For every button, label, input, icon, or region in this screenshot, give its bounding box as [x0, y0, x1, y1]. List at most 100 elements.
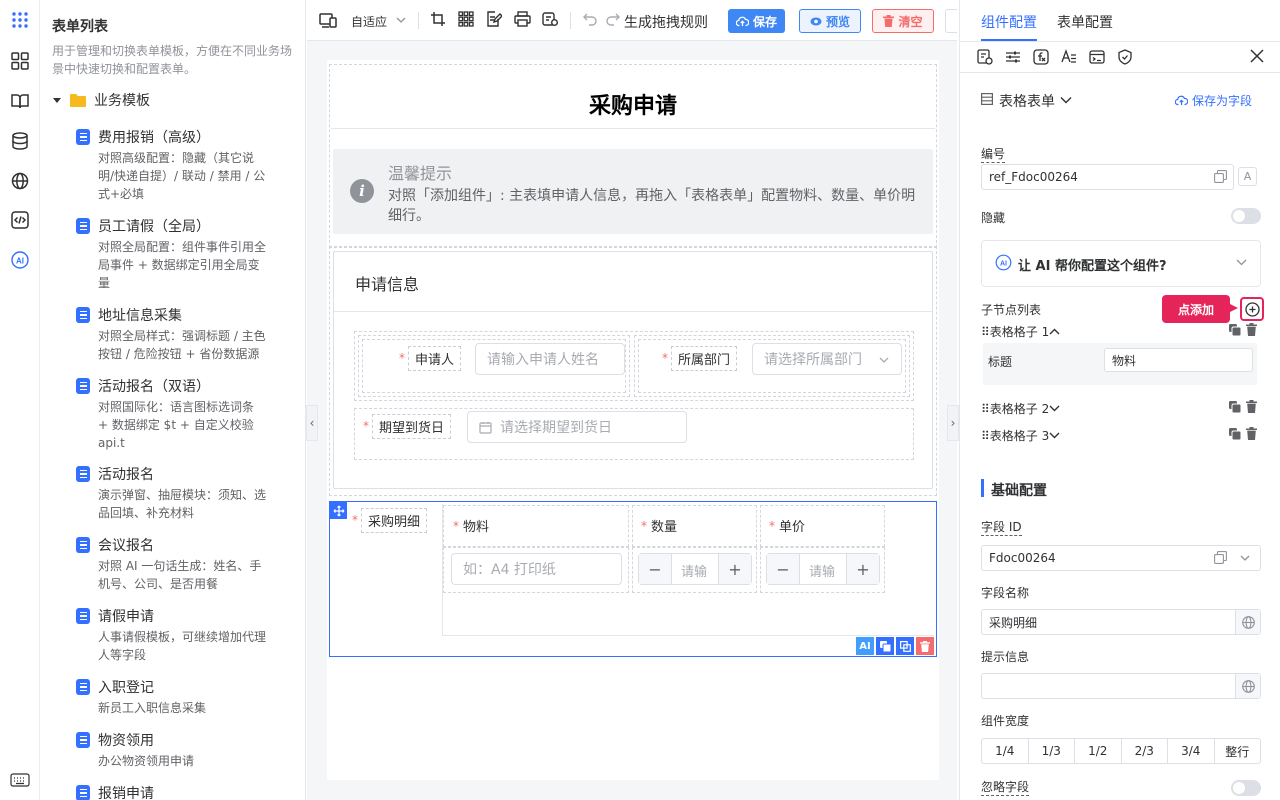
form-settings-icon[interactable]: [977, 49, 993, 65]
width-option[interactable]: 2/3: [1122, 739, 1168, 763]
chevron-down-icon[interactable]: [396, 16, 406, 24]
tab-form-config[interactable]: 表单配置: [1057, 12, 1113, 32]
width-option[interactable]: 整行: [1215, 739, 1261, 763]
drag-handle-icon[interactable]: ⠿: [981, 325, 990, 339]
chevron-down-icon[interactable]: [1049, 405, 1060, 412]
edit-doc-icon[interactable]: [486, 11, 504, 29]
ai-action-button[interactable]: AI: [856, 637, 874, 655]
collapse-right-handle[interactable]: ›: [947, 405, 959, 441]
overflow-button[interactable]: [945, 9, 957, 33]
chevron-down-icon[interactable]: [1049, 432, 1060, 439]
decrement-button[interactable]: −: [639, 554, 672, 584]
add-child-button[interactable]: [1240, 297, 1264, 321]
width-option[interactable]: 1/3: [1029, 739, 1075, 763]
edit-icon[interactable]: [305, 608, 306, 624]
code-window-icon[interactable]: [1089, 49, 1105, 65]
copy-icon[interactable]: [1214, 170, 1227, 183]
ai-generate-icon[interactable]: [542, 11, 560, 29]
drag-handle-icon[interactable]: ⠿: [981, 402, 990, 416]
child-item-3[interactable]: ⠿ 表格格子 3: [981, 427, 1060, 444]
text-style-icon[interactable]: [1061, 49, 1077, 65]
sliders-icon[interactable]: [1005, 49, 1021, 65]
save-button[interactable]: 保存: [728, 9, 785, 33]
drag-handle-icon[interactable]: ⠿: [981, 429, 990, 443]
clear-button[interactable]: 清空: [872, 9, 934, 33]
collapse-left-handle[interactable]: ‹: [306, 405, 318, 441]
hidden-toggle[interactable]: [1231, 208, 1261, 224]
device-icon[interactable]: [319, 11, 337, 29]
child-item-2[interactable]: ⠿ 表格格子 2: [981, 400, 1060, 417]
copy-icon[interactable]: [1214, 551, 1227, 564]
edit-icon[interactable]: [305, 785, 306, 800]
generate-drag-rules-button[interactable]: 生成拖拽规则: [624, 12, 708, 32]
book-icon[interactable]: [9, 90, 31, 112]
quantity-input[interactable]: 请输: [681, 561, 707, 580]
field-name-input[interactable]: 采购明细: [981, 609, 1261, 635]
chevron-up-icon[interactable]: [1049, 328, 1060, 335]
undo-icon[interactable]: [582, 11, 600, 29]
price-input[interactable]: 请输: [809, 561, 835, 580]
applicant-input[interactable]: 请输入申请人姓名: [475, 343, 625, 375]
form-title[interactable]: 采购申请: [329, 88, 937, 120]
components-icon[interactable]: [9, 50, 31, 72]
folder-business-templates[interactable]: 业务模板: [52, 90, 150, 110]
edit-icon[interactable]: [305, 466, 306, 482]
apps-grid-icon[interactable]: [9, 9, 31, 31]
width-option[interactable]: 1/2: [1075, 739, 1122, 763]
database-icon[interactable]: [9, 130, 31, 152]
edit-icon[interactable]: [305, 679, 306, 695]
globe-icon[interactable]: [1235, 610, 1260, 634]
increment-button[interactable]: +: [846, 554, 879, 584]
shield-icon[interactable]: [1117, 49, 1133, 65]
edit-icon[interactable]: [305, 129, 306, 145]
function-icon[interactable]: [1033, 49, 1049, 65]
child-title-input[interactable]: 物料: [1104, 348, 1253, 372]
dept-select[interactable]: 请选择所属部门: [752, 343, 902, 375]
grid-icon[interactable]: [458, 11, 476, 29]
date-picker[interactable]: 请选择期望到货日: [467, 411, 687, 443]
chevron-down-icon[interactable]: [1236, 259, 1247, 266]
tab-component-config[interactable]: 组件配置: [981, 12, 1037, 32]
edit-icon[interactable]: [305, 218, 306, 234]
save-as-field-button[interactable]: 保存为字段: [1175, 92, 1252, 109]
font-toggle-icon[interactable]: A: [1238, 167, 1257, 186]
layout-select-value[interactable]: 自适应: [351, 13, 387, 30]
ai-icon[interactable]: AI: [9, 249, 31, 271]
decrement-button[interactable]: −: [767, 554, 800, 584]
globe-icon[interactable]: [1235, 674, 1260, 698]
edit-icon[interactable]: [305, 307, 306, 323]
crop-icon[interactable]: [430, 11, 448, 29]
chevron-down-icon[interactable]: [1240, 555, 1250, 562]
increment-button[interactable]: +: [718, 554, 751, 584]
child-item-1[interactable]: ⠿ 表格格子 1: [981, 323, 1060, 340]
preview-button[interactable]: 预览: [799, 9, 861, 33]
copy-icon[interactable]: [876, 637, 894, 655]
component-type-label[interactable]: 表格表单: [999, 91, 1055, 111]
drag-move-icon[interactable]: [330, 502, 347, 519]
copy-icon[interactable]: [1229, 324, 1241, 336]
keyboard-icon[interactable]: [9, 769, 31, 791]
edit-icon[interactable]: [305, 732, 306, 748]
globe-icon[interactable]: [9, 170, 31, 192]
code-icon[interactable]: [9, 209, 31, 231]
print-icon[interactable]: [514, 11, 532, 29]
copy-icon[interactable]: [1229, 401, 1241, 413]
redo-icon[interactable]: [605, 11, 623, 29]
ignore-field-toggle[interactable]: [1231, 780, 1261, 796]
delete-icon[interactable]: [916, 637, 934, 655]
delete-icon[interactable]: [1246, 427, 1257, 440]
number-input[interactable]: ref_Fdoc00264: [981, 164, 1234, 190]
width-option[interactable]: 1/4: [982, 739, 1029, 763]
material-input[interactable]: 如：A4 打印纸: [451, 553, 622, 585]
duplicate-icon[interactable]: [896, 637, 914, 655]
caret-down-icon[interactable]: [52, 95, 62, 105]
edit-icon[interactable]: [305, 378, 306, 394]
copy-icon[interactable]: [1229, 428, 1241, 440]
delete-icon[interactable]: [1246, 323, 1257, 336]
width-option[interactable]: 3/4: [1168, 739, 1215, 763]
chevron-down-icon[interactable]: [1060, 96, 1072, 104]
edit-icon[interactable]: [305, 537, 306, 553]
tip-info-input[interactable]: [981, 673, 1261, 699]
delete-icon[interactable]: [1246, 400, 1257, 413]
close-icon[interactable]: [1250, 49, 1264, 63]
